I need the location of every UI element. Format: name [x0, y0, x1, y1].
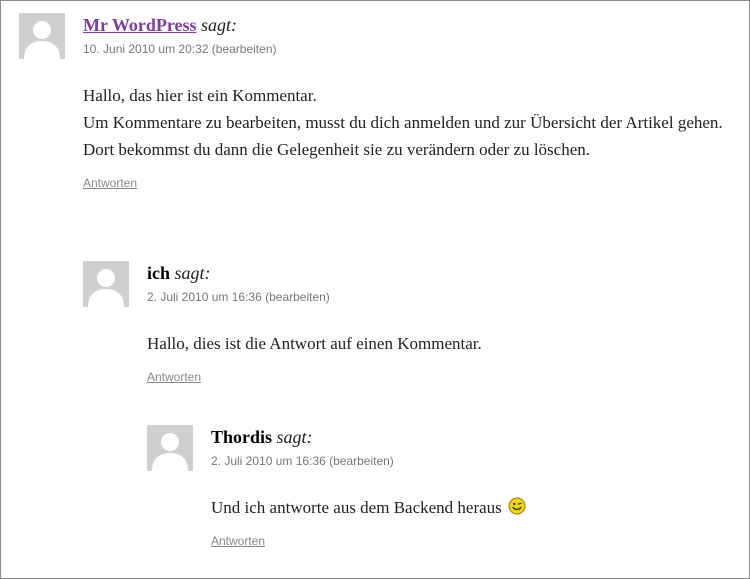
reply-link[interactable]: Antworten — [211, 534, 265, 548]
comment-date: 2. Juli 2010 um 16:36 — [147, 290, 262, 304]
avatar-icon — [19, 13, 65, 59]
comment-body: Thordis sagt: 2. Juli 2010 um 16:36 (bea… — [211, 425, 727, 550]
comment-text: Und ich antworte aus dem Backend heraus — [211, 494, 727, 521]
reply-link[interactable]: Antworten — [83, 176, 137, 190]
comment-author: Thordis — [211, 427, 273, 447]
comment-text: Hallo, das hier ist ein Kommentar. Um Ko… — [83, 82, 739, 163]
comment-body: ich sagt: 2. Juli 2010 um 16:36 (bearbei… — [147, 261, 723, 386]
edit-link[interactable]: (bearbeiten) — [212, 42, 277, 56]
comment-author-link[interactable]: Mr WordPress — [83, 15, 197, 35]
edit-link[interactable]: (bearbeiten) — [265, 290, 330, 304]
comment-author: ich — [147, 263, 171, 283]
comment-paragraph-text: Und ich antworte aus dem Backend heraus — [211, 498, 502, 517]
comment-paragraph: Und ich antworte aus dem Backend heraus — [211, 494, 727, 521]
comment-meta: 10. Juni 2010 um 20:32 (bearbeiten) — [83, 41, 739, 57]
comment-author-line: Thordis sagt: — [211, 425, 727, 449]
comment-paragraph: Hallo, dies ist die Antwort auf einen Ko… — [147, 334, 482, 353]
says-label: sagt: — [276, 427, 313, 447]
comment: ich sagt: 2. Juli 2010 um 16:36 (bearbei… — [83, 261, 723, 386]
smiley-icon — [508, 496, 526, 515]
comment-text: Hallo, dies ist die Antwort auf einen Ko… — [147, 330, 723, 357]
comment: Mr WordPress sagt: 10. Juni 2010 um 20:3… — [19, 13, 739, 192]
comment-date: 2. Juli 2010 um 16:36 — [211, 454, 326, 468]
says-label: sagt: — [201, 15, 237, 35]
comment: Thordis sagt: 2. Juli 2010 um 16:36 (bea… — [147, 425, 727, 550]
comment-date: 10. Juni 2010 um 20:32 — [83, 42, 209, 56]
avatar-icon — [83, 261, 129, 307]
comment-meta: 2. Juli 2010 um 16:36 (bearbeiten) — [211, 453, 727, 469]
edit-link[interactable]: (bearbeiten) — [329, 454, 394, 468]
comment-author-line: Mr WordPress sagt: — [83, 13, 739, 37]
comment-meta: 2. Juli 2010 um 16:36 (bearbeiten) — [147, 289, 723, 305]
avatar-icon — [147, 425, 193, 471]
says-label: sagt: — [174, 263, 211, 283]
comment-author-line: ich sagt: — [147, 261, 723, 285]
comment-thread: Mr WordPress sagt: 10. Juni 2010 um 20:3… — [0, 0, 750, 579]
comment-paragraph: Um Kommentare zu bearbeiten, musst du di… — [83, 113, 723, 159]
comment-body: Mr WordPress sagt: 10. Juni 2010 um 20:3… — [83, 13, 739, 192]
comment-paragraph: Hallo, das hier ist ein Kommentar. — [83, 86, 317, 105]
reply-link[interactable]: Antworten — [147, 370, 201, 384]
